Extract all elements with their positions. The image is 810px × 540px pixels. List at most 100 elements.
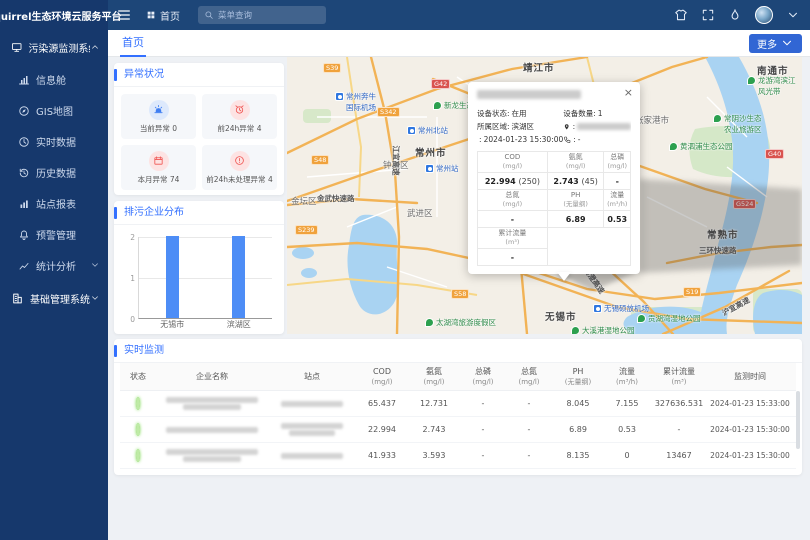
monitor-time: 2024-01-23 15:30:00 <box>708 425 792 434</box>
abnormal-status-panel: 异常状况 当前异常 0前24h异常 4本月异常 74 前24h未处理异常 4 <box>114 63 284 195</box>
popup-metric-value: 2.743 (45) <box>547 173 604 190</box>
chevron-down-icon[interactable] <box>786 8 800 22</box>
table-row-1[interactable]: 22.9942.743--6.890.53-2024-01-23 15:30:0… <box>120 417 796 443</box>
popup-metric-value: 0.53 <box>604 211 631 228</box>
abnormal-card-2[interactable]: 本月异常 74 <box>121 145 196 190</box>
poi-pin-icon <box>433 101 442 110</box>
transit-label: 常州站 <box>436 163 459 174</box>
table-body: 65.43712.731--8.0457.155327636.5312024-0… <box>120 391 796 469</box>
sidebar-item-0-5[interactable]: 预警管理 <box>0 219 108 250</box>
map-transit-marker[interactable]: 常州北站 <box>407 125 448 136</box>
chart-ytick: 1 <box>123 274 135 283</box>
station-name-redacted <box>268 421 356 438</box>
avatar[interactable] <box>755 6 773 24</box>
table-cell: 0 <box>604 451 650 460</box>
realtime-monitor-panel: 实时监测 状态企业名称站点COD(mg/l)氨氮(mg/l)总磷(mg/l)总氮… <box>114 339 802 475</box>
poi-pin-icon <box>713 114 722 123</box>
map-road-badge: S19 <box>683 287 701 297</box>
transit-label: 无锡硕放机场 <box>604 303 649 314</box>
sidebar-item-0-4[interactable]: 站点报表 <box>0 188 108 219</box>
tab-home[interactable]: 首页 <box>120 30 146 57</box>
compass-icon <box>18 105 30 117</box>
station-info-popup: × 设备状态:在用设备数量:1所属区域:滨湖区::2024-01-23 15:3… <box>468 82 640 274</box>
flame-icon[interactable] <box>728 8 742 22</box>
table-cell: - <box>506 399 552 408</box>
popup-metric-name: 流量(m³/h) <box>604 190 631 211</box>
app-logo: Squirrel生态环境云服务平台 <box>0 0 108 30</box>
search-input[interactable] <box>218 10 320 20</box>
popup-metric-name: 累计流量(m³) <box>478 228 548 249</box>
map-transit-marker[interactable]: 常州奔牛国际机场 <box>335 91 376 113</box>
more-button-label: 更多 <box>757 36 777 51</box>
close-icon[interactable]: × <box>624 86 633 99</box>
chart-bar-滨湖区 <box>232 236 245 318</box>
map-transit-marker[interactable]: 常州站 <box>425 163 459 174</box>
sidebar-group-0[interactable]: 污染源监测系统 <box>0 30 108 64</box>
fullscreen-icon[interactable] <box>701 8 715 22</box>
abnormal-card-1[interactable]: 前24h异常 4 <box>202 94 277 139</box>
table-column-header: 氨氮(mg/l) <box>408 367 460 387</box>
abnormal-card-0[interactable]: 当前异常 0 <box>121 94 196 139</box>
map-poi-marker[interactable]: 大溪港湿地公园 <box>571 325 635 334</box>
table-row-2[interactable]: 41.9333.593--8.1350134672024-01-23 15:30… <box>120 443 796 469</box>
breadcrumb[interactable]: 首页 <box>146 8 180 23</box>
table-cell: 7.155 <box>604 399 650 408</box>
table-cell: - <box>460 451 506 460</box>
transit-pin-icon <box>425 164 434 173</box>
sidebar-item-0-3[interactable]: 历史数据 <box>0 157 108 188</box>
map-city-label: 靖江市 <box>523 60 555 74</box>
map-poi-marker[interactable]: 太湖湾旅游度假区 <box>425 317 496 328</box>
chart-gridline <box>139 237 272 238</box>
station-name-redacted <box>268 399 356 408</box>
map-road-badge: G42 <box>431 79 450 89</box>
sidebar-group-1[interactable]: 基础管理系统 <box>0 281 108 315</box>
map-transit-marker[interactable]: 无锡硕放机场 <box>593 303 649 314</box>
gis-map[interactable]: 常州市钟楼区金坛区武进区无锡市常熟市靖江市南通市张家港市金武快速路三环快速路江宜… <box>287 57 802 334</box>
popup-metric-name: COD(mg/l) <box>478 152 548 173</box>
theme-icon[interactable] <box>674 8 688 22</box>
more-button[interactable]: 更多 <box>749 34 802 53</box>
table-header-row: 状态企业名称站点COD(mg/l)氨氮(mg/l)总磷(mg/l)总氮(mg/l… <box>120 363 796 391</box>
table-scrollbar[interactable] <box>796 391 800 449</box>
sidebar-item-0-2[interactable]: 实时数据 <box>0 126 108 157</box>
menu-search[interactable] <box>198 6 326 24</box>
sidebar-item-label: 站点报表 <box>36 196 76 211</box>
tab-bar: 首页 更多 <box>108 30 810 57</box>
table-cell: 41.933 <box>356 451 408 460</box>
hamburger-menu-icon <box>116 7 132 23</box>
sidebar-item-0-1[interactable]: GIS地图 <box>0 95 108 126</box>
clock-icon <box>18 136 30 148</box>
company-name-redacted <box>156 447 268 464</box>
status-indicator <box>136 423 140 436</box>
transit-pin-icon <box>335 92 344 101</box>
hamburger-menu-icon[interactable] <box>116 7 132 23</box>
abnormal-card-3[interactable]: 前24h未处理异常 4 <box>202 145 277 190</box>
sidebar-item-label: 实时数据 <box>36 134 76 149</box>
panel-title: 异常状况 <box>114 63 284 87</box>
tshirt-icon <box>674 8 688 22</box>
popup-info-field: 设备状态:在用 <box>477 107 563 120</box>
table-row-0[interactable]: 65.43712.731--8.0457.155327636.5312024-0… <box>120 391 796 417</box>
table-column-header: PH(无量纲) <box>552 367 604 387</box>
table-column-header: 累计流量(m³) <box>650 367 708 387</box>
sidebar-item-0-6[interactable]: 统计分析 <box>0 250 108 281</box>
table-column-header: 流量(m³/h) <box>604 367 650 387</box>
abnormal-card-label: 前24h未处理异常 4 <box>206 174 272 185</box>
history-icon <box>18 167 30 179</box>
popup-metric-value: - <box>604 173 631 190</box>
sidebar-item-0-0[interactable]: 信息舱 <box>0 64 108 95</box>
panel-title: 排污企业分布 <box>114 201 284 225</box>
bell-icon <box>18 229 30 241</box>
map-poi-marker[interactable]: 贡湖湾湿地公园 <box>637 313 701 324</box>
popup-metric-value: 22.994 (250) <box>478 173 548 190</box>
table-column-header: 总磷(mg/l) <box>460 367 506 387</box>
table-cell: - <box>460 399 506 408</box>
table-cell: - <box>506 451 552 460</box>
panel-title: 实时监测 <box>114 339 802 363</box>
popup-title-redacted <box>477 90 631 102</box>
realtime-table: 状态企业名称站点COD(mg/l)氨氮(mg/l)总磷(mg/l)总氮(mg/l… <box>114 363 802 469</box>
map-poi-marker[interactable]: 常阴沙生态农业旅游区 <box>713 113 762 135</box>
popup-info-field: 所属区域:滨湖区 <box>477 120 563 133</box>
map-poi-marker[interactable]: 龙游湾滨江风光带 <box>747 75 796 97</box>
map-poi-marker[interactable]: 黄泗浦生态公园 <box>669 141 733 152</box>
